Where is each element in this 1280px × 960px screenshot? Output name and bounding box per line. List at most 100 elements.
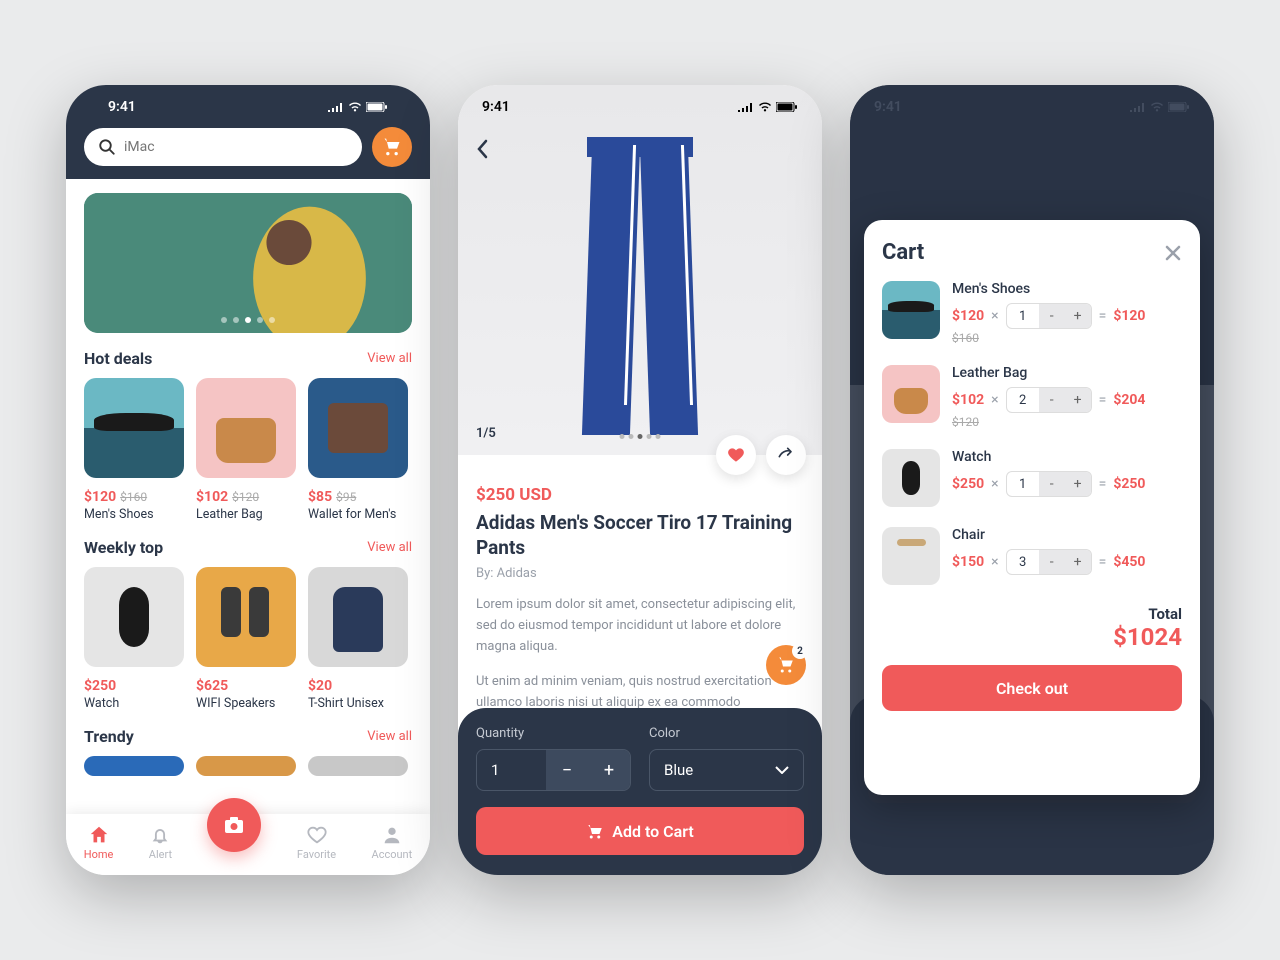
- product-thumb: [308, 378, 408, 478]
- qty-plus-button[interactable]: +: [1065, 472, 1091, 496]
- cart-icon: [777, 656, 795, 674]
- close-icon: [1164, 244, 1182, 262]
- qty-plus-button[interactable]: +: [1065, 550, 1091, 574]
- chevron-left-icon: [476, 139, 488, 159]
- product-thumb: [196, 378, 296, 478]
- cart-screen: Add to Cart 9:41 Cart Men's Shoes $120× …: [850, 85, 1214, 875]
- product-hero: 9:41 1/5: [458, 85, 822, 455]
- camera-fab[interactable]: [207, 798, 261, 852]
- qty-stepper: 3-+: [1006, 549, 1092, 575]
- close-button[interactable]: [1164, 244, 1182, 262]
- product-brand: By: Adidas: [476, 566, 804, 581]
- tab-account[interactable]: Account: [372, 824, 413, 861]
- heart-icon: [306, 824, 328, 846]
- item-thumb: [882, 365, 940, 423]
- view-all-trendy[interactable]: View all: [367, 729, 412, 744]
- tab-home[interactable]: Home: [84, 824, 114, 861]
- search-icon: [98, 138, 116, 156]
- product-card[interactable]: $85$95Wallet for Men's: [308, 378, 408, 522]
- product-title: Adidas Men's Soccer Tiro 17 Training Pan…: [476, 511, 804, 560]
- product-card[interactable]: $102$120Leather Bag: [196, 378, 296, 522]
- floating-cart-button[interactable]: 2: [766, 645, 806, 685]
- item-thumb: [882, 527, 940, 585]
- qty-value: 1: [477, 750, 546, 790]
- image-pager: 1/5: [476, 426, 496, 441]
- product-thumb: [308, 567, 408, 667]
- product-price: $250 USD: [476, 485, 804, 505]
- color-select[interactable]: Blue: [649, 749, 804, 791]
- qty-plus-button[interactable]: +: [1065, 304, 1091, 328]
- status-time: 9:41: [108, 99, 136, 115]
- product-thumb: [196, 567, 296, 667]
- cart-item: Leather Bag $102× 2-+ =$204 $120: [882, 365, 1182, 429]
- cart-item: Watch $250× 1-+ =$250: [882, 449, 1182, 507]
- home-icon: [88, 824, 110, 846]
- image-dots: [620, 434, 661, 439]
- color-label: Color: [649, 726, 804, 741]
- qty-plus-button[interactable]: +: [588, 750, 630, 790]
- checkout-button[interactable]: Check out: [882, 665, 1182, 711]
- qty-minus-button[interactable]: -: [1039, 304, 1065, 328]
- quantity-stepper: 1 − +: [476, 749, 631, 791]
- bell-icon: [149, 824, 171, 846]
- home-screen: 9:41 Hot deals View all $120$160Men's Sh…: [66, 85, 430, 875]
- cart-button[interactable]: [372, 127, 412, 167]
- status-time: 9:41: [482, 99, 510, 115]
- purchase-panel: Quantity 1 − + Color Blue Add to Cart: [458, 708, 822, 875]
- cart-item: Men's Shoes $120× 1-+ =$120 $160: [882, 281, 1182, 345]
- qty-minus-button[interactable]: -: [1039, 388, 1065, 412]
- qty-label: Quantity: [476, 726, 631, 741]
- heart-icon: [726, 445, 746, 465]
- cart-badge: 2: [792, 643, 808, 659]
- cart-icon: [382, 137, 402, 157]
- section-title-hot: Hot deals: [84, 349, 152, 368]
- back-button[interactable]: [476, 139, 488, 159]
- status-icons: [738, 102, 798, 112]
- qty-minus-button[interactable]: −: [546, 750, 588, 790]
- qty-stepper: 1-+: [1006, 471, 1092, 497]
- product-screen: 9:41 1/5 $250 USD Adidas Men's Soccer Ti…: [458, 85, 822, 875]
- tab-favorite[interactable]: Favorite: [297, 824, 336, 861]
- status-icons: [1130, 102, 1190, 112]
- cart-icon: [586, 822, 604, 840]
- search-field[interactable]: [124, 139, 348, 155]
- color-value: Blue: [664, 761, 693, 779]
- total-amount: $1024: [882, 623, 1182, 651]
- view-all-weekly[interactable]: View all: [367, 540, 412, 555]
- product-card[interactable]: $20T-Shirt Unisex: [308, 567, 408, 711]
- item-thumb: [882, 449, 940, 507]
- hero-dots: [221, 317, 275, 323]
- search-input[interactable]: [84, 128, 362, 166]
- qty-stepper: 1-+: [1006, 303, 1092, 329]
- qty-stepper: 2-+: [1006, 387, 1092, 413]
- hero-banner[interactable]: [84, 193, 412, 333]
- user-icon: [381, 824, 403, 846]
- add-to-cart-button[interactable]: Add to Cart: [476, 807, 804, 855]
- item-thumb: [882, 281, 940, 339]
- product-image: [565, 85, 715, 445]
- section-title-trendy: Trendy: [84, 727, 134, 746]
- cart-title: Cart: [882, 240, 924, 265]
- share-button[interactable]: [766, 435, 806, 475]
- product-card[interactable]: $625WIFI Speakers: [196, 567, 296, 711]
- chevron-down-icon: [775, 766, 789, 774]
- qty-plus-button[interactable]: +: [1065, 388, 1091, 412]
- qty-minus-button[interactable]: -: [1039, 550, 1065, 574]
- tab-bar: Home Alert Favorite Account: [66, 814, 430, 875]
- share-icon: [776, 445, 796, 465]
- tab-alert[interactable]: Alert: [149, 824, 172, 861]
- product-thumb: [84, 378, 184, 478]
- cart-item: Chair $150× 3-+ =$450: [882, 527, 1182, 585]
- section-title-weekly: Weekly top: [84, 538, 163, 557]
- product-card[interactable]: $250Watch: [84, 567, 184, 711]
- product-desc: Lorem ipsum dolor sit amet, consectetur …: [476, 595, 804, 657]
- favorite-button[interactable]: [716, 435, 756, 475]
- qty-minus-button[interactable]: -: [1039, 472, 1065, 496]
- view-all-hot[interactable]: View all: [367, 351, 412, 366]
- status-time: 9:41: [874, 99, 902, 115]
- camera-icon: [222, 813, 246, 837]
- product-card[interactable]: $120$160Men's Shoes: [84, 378, 184, 522]
- product-thumb: [84, 567, 184, 667]
- status-icons: [328, 102, 388, 112]
- cart-sheet: Cart Men's Shoes $120× 1-+ =$120 $160 Le…: [864, 220, 1200, 795]
